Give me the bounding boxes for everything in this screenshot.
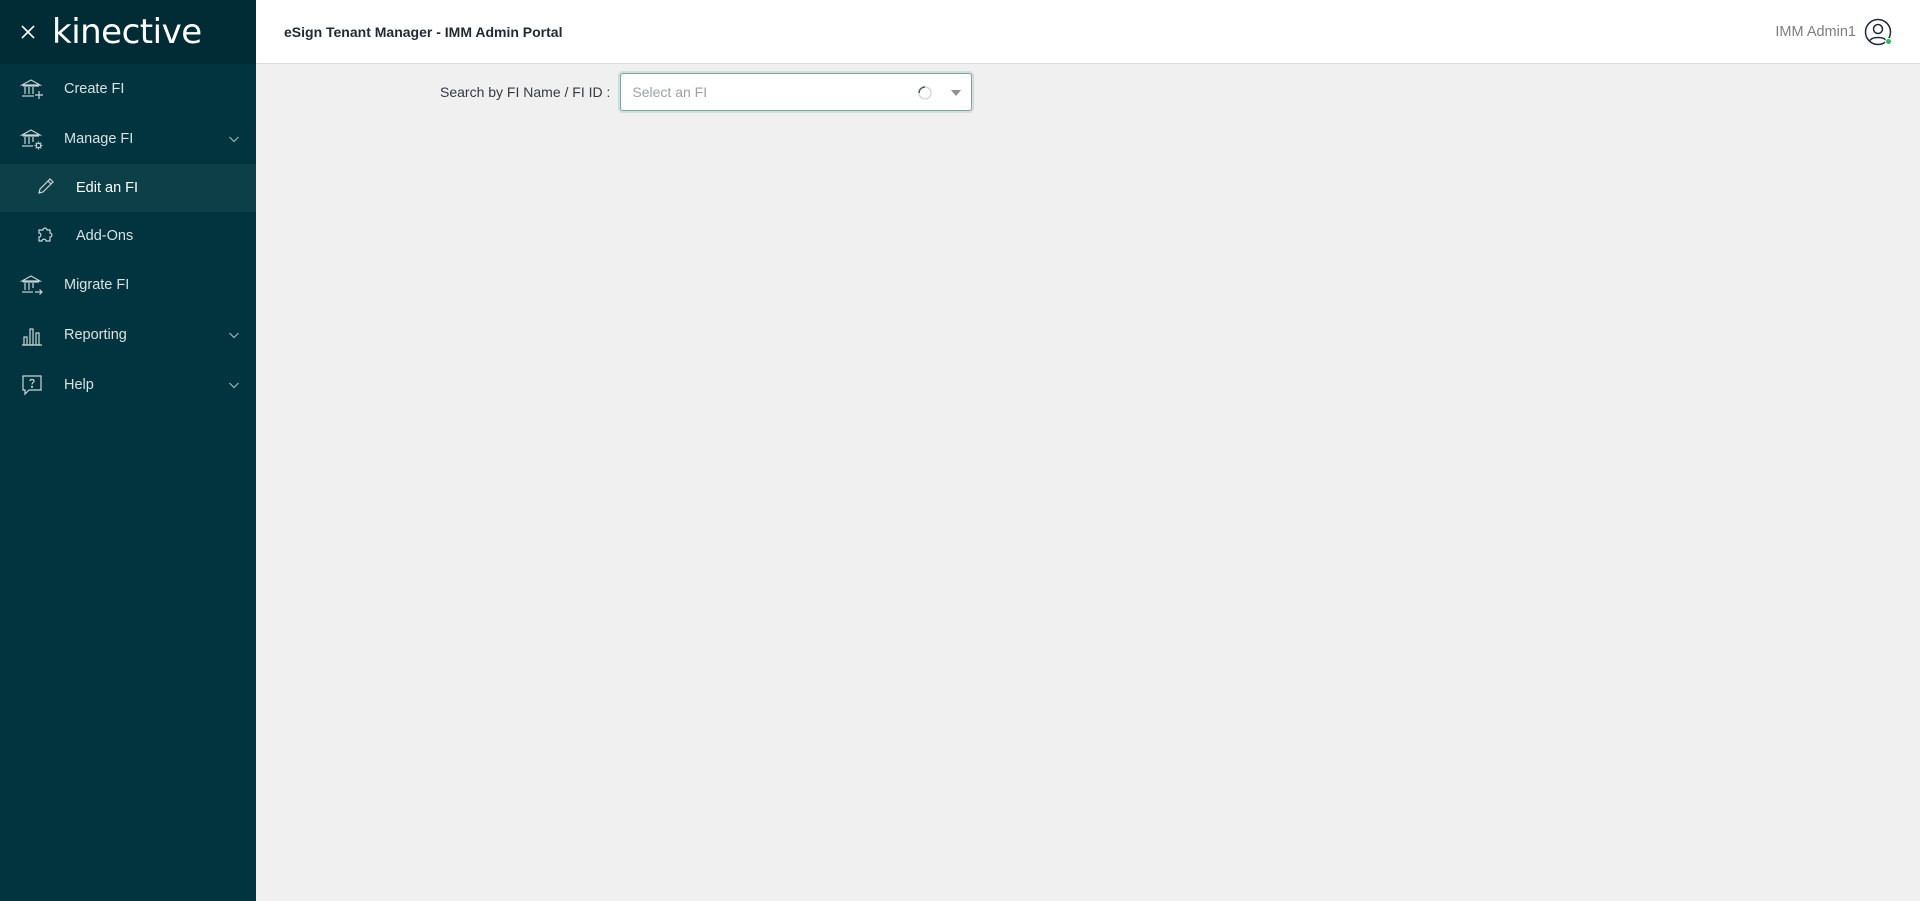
pencil-icon [36,176,56,200]
sidebar-item-label: Edit an FI [76,180,139,196]
top-bar: eSign Tenant Manager - IMM Admin Portal … [256,0,1920,64]
user-name[interactable]: IMM Admin1 [1775,24,1856,40]
sidebar-item-label: Reporting [64,327,127,343]
bank-settings-icon [20,127,44,151]
close-icon[interactable] [18,22,38,42]
search-label: Search by FI Name / FI ID : [440,84,611,100]
main-content: Search by FI Name / FI ID : Select an FI [256,65,1920,901]
sidebar-header: kinective [0,0,256,64]
chevron-down-icon [229,382,239,389]
page-title: eSign Tenant Manager - IMM Admin Portal [284,23,563,40]
sidebar-subitem-add-ons[interactable]: Add-Ons [0,212,256,260]
sidebar-item-label: Create FI [64,81,125,97]
bank-add-icon [20,77,44,101]
sidebar-item-migrate-fi[interactable]: Migrate FI [0,260,256,310]
sidebar-item-reporting[interactable]: Reporting [0,310,256,360]
fi-select-placeholder: Select an FI [632,84,708,100]
sidebar-nav: Create FI Manage FI Edit an FI Add-Ons M… [0,64,256,410]
loading-spinner-icon [918,86,933,100]
sidebar-item-create-fi[interactable]: Create FI [0,64,256,114]
chevron-down-icon [229,136,239,143]
bar-chart-icon [20,323,44,347]
chevron-down-icon [229,332,239,339]
sidebar-item-manage-fi[interactable]: Manage FI [0,114,256,164]
user-menu[interactable]: IMM Admin1 [1775,0,1892,64]
puzzle-icon [36,224,56,248]
sidebar-item-label: Add-Ons [76,228,134,244]
fi-select-dropdown[interactable]: Select an FI [620,73,973,111]
sidebar-item-help[interactable]: Help [0,360,256,410]
sidebar-item-label: Migrate FI [64,277,130,293]
sidebar: kinective Create FI Manage FI Edit an FI… [0,0,256,901]
sidebar-subitem-edit-fi[interactable]: Edit an FI [0,164,256,212]
dropdown-caret-icon[interactable] [951,90,962,96]
kinective-logo: kinective [52,12,202,52]
sidebar-item-label: Manage FI [64,131,134,147]
fi-search-row: Search by FI Name / FI ID : Select an FI [440,73,973,111]
avatar[interactable] [1864,18,1892,46]
help-chat-icon [20,373,44,397]
sidebar-item-label: Help [64,377,94,393]
bank-migrate-icon [20,273,44,297]
online-status-indicator [1885,38,1892,45]
